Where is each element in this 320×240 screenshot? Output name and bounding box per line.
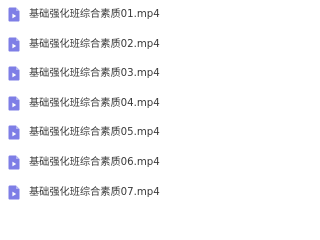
file-item[interactable]: 基础强化班综合素质03.mp4 — [0, 61, 314, 87]
file-name: 基础强化班综合素质07.mp4 — [29, 187, 160, 198]
file-item[interactable]: 基础强化班综合素质01.mp4 — [0, 2, 314, 28]
video-file-icon — [8, 66, 20, 81]
video-file-icon — [8, 37, 20, 52]
video-file-icon — [8, 155, 20, 170]
file-name: 基础强化班综合素质01.mp4 — [29, 9, 160, 20]
file-item[interactable]: 基础强化班综合素质05.mp4 — [0, 120, 314, 146]
file-item[interactable]: 基础强化班综合素质02.mp4 — [0, 32, 314, 58]
file-list: 基础强化班综合素质01.mp4 基础强化班综合素质02.mp4 基础强化班综合素… — [0, 0, 314, 208]
file-item[interactable]: 基础强化班综合素质07.mp4 — [0, 180, 314, 206]
video-file-icon — [8, 185, 20, 200]
file-name: 基础强化班综合素质06.mp4 — [29, 157, 160, 168]
file-item[interactable]: 基础强化班综合素质04.mp4 — [0, 91, 314, 117]
file-name: 基础强化班综合素质02.mp4 — [29, 39, 160, 50]
video-file-icon — [8, 96, 20, 111]
video-file-icon — [8, 125, 20, 140]
file-name: 基础强化班综合素质05.mp4 — [29, 127, 160, 138]
file-item[interactable]: 基础强化班综合素质06.mp4 — [0, 150, 314, 176]
file-name: 基础强化班综合素质04.mp4 — [29, 98, 160, 109]
file-name: 基础强化班综合素质03.mp4 — [29, 68, 160, 79]
video-file-icon — [8, 7, 20, 22]
